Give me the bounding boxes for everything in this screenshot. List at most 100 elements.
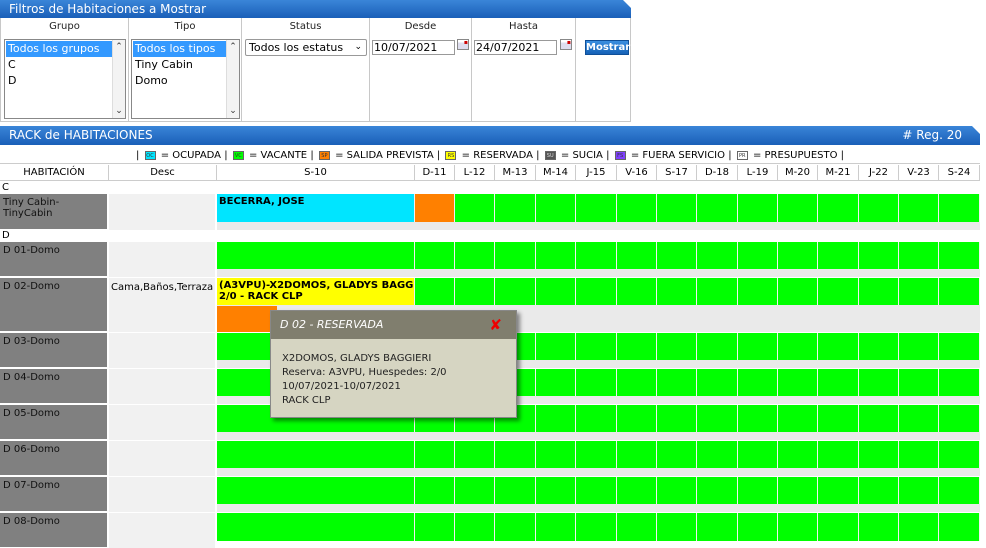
day-cell-vacante[interactable] (657, 242, 697, 269)
day-cell-vacante[interactable] (697, 513, 738, 541)
day-cell-vacante[interactable] (217, 441, 415, 468)
day-cell-vacante[interactable] (657, 441, 697, 468)
day-cell-vacante[interactable] (617, 441, 657, 468)
day-cell-vacante[interactable] (738, 242, 778, 269)
day-cell-vacante[interactable] (617, 278, 657, 305)
day-cell-vacante[interactable] (217, 513, 415, 541)
day-cell-vacante[interactable] (939, 278, 980, 305)
day-cell-vacante[interactable] (818, 513, 859, 541)
hasta-input[interactable]: 24/07/2021 (474, 40, 557, 55)
day-cell-vacante[interactable] (778, 333, 818, 360)
day-cell-vacante[interactable] (657, 405, 697, 432)
day-cell-vacante[interactable] (697, 477, 738, 504)
day-cell-vacante[interactable] (455, 242, 495, 269)
day-cell-vacante[interactable] (899, 369, 939, 396)
grupo-listbox[interactable]: Todos los grupos C D ⌃ ⌄ (4, 39, 126, 119)
booking-bar-reservada[interactable]: (A3VPU)-X2DOMOS, GLADYS BAGGIERI 2/0 - R… (217, 278, 414, 305)
day-cell-vacante[interactable] (415, 242, 455, 269)
day-cell-vacante[interactable] (738, 278, 778, 305)
day-cell-vacante[interactable] (778, 513, 818, 541)
day-cell-vacante[interactable] (576, 333, 617, 360)
day-cell-vacante[interactable] (939, 194, 980, 222)
day-cell-vacante[interactable] (939, 333, 980, 360)
day-cell-vacante[interactable] (495, 441, 536, 468)
day-cell-vacante[interactable] (939, 405, 980, 432)
day-cell-vacante[interactable] (617, 333, 657, 360)
day-cell-vacante[interactable] (657, 477, 697, 504)
day-cell-vacante[interactable] (818, 194, 859, 222)
grupo-option-all[interactable]: Todos los grupos (6, 41, 113, 57)
day-cell-vacante[interactable] (576, 513, 617, 541)
day-cell-vacante[interactable] (738, 513, 778, 541)
day-cell-vacante[interactable] (818, 405, 859, 432)
day-cell-vacante[interactable] (738, 333, 778, 360)
close-icon[interactable]: ✘ (489, 311, 502, 339)
day-cell-vacante[interactable] (818, 369, 859, 396)
day-cell-vacante[interactable] (617, 194, 657, 222)
day-cell-vacante[interactable] (495, 477, 536, 504)
day-cell-vacante[interactable] (495, 513, 536, 541)
day-cell-vacante[interactable] (657, 369, 697, 396)
day-cell-vacante[interactable] (859, 242, 899, 269)
day-cell-vacante[interactable] (617, 405, 657, 432)
day-cell-vacante[interactable] (778, 194, 818, 222)
tipo-scrollbar[interactable]: ⌃ ⌄ (226, 40, 239, 118)
day-cell-vacante[interactable] (738, 369, 778, 396)
day-cell-vacante[interactable] (899, 513, 939, 541)
day-cell-vacante[interactable] (939, 513, 980, 541)
day-cell-vacante[interactable] (415, 513, 455, 541)
day-cell-vacante[interactable] (939, 477, 980, 504)
tipo-option-all[interactable]: Todos los tipos (133, 41, 227, 57)
day-cell-vacante[interactable] (657, 513, 697, 541)
day-cell-vacante[interactable] (657, 194, 697, 222)
day-cell-vacante[interactable] (576, 441, 617, 468)
day-cell-vacante[interactable] (536, 278, 576, 305)
booking-bar-ocupada[interactable]: BECERRA, JOSE (217, 194, 414, 222)
day-cell-vacante[interactable] (899, 477, 939, 504)
day-cell-vacante[interactable] (939, 369, 980, 396)
day-cell-vacante[interactable] (818, 242, 859, 269)
day-cell-vacante[interactable] (217, 477, 415, 504)
booking-bar-salida[interactable] (415, 194, 454, 222)
day-cell-vacante[interactable] (778, 278, 818, 305)
day-cell-vacante[interactable] (899, 278, 939, 305)
day-cell-vacante[interactable] (697, 242, 738, 269)
day-cell-vacante[interactable] (818, 441, 859, 468)
day-cell-vacante[interactable] (455, 477, 495, 504)
chevron-down-icon[interactable]: ⌄ (227, 105, 239, 117)
day-cell-vacante[interactable] (859, 333, 899, 360)
day-cell-vacante[interactable] (859, 369, 899, 396)
calendar-icon[interactable]: ▪ (457, 39, 469, 50)
booking-bar-salida-d02[interactable] (217, 306, 277, 332)
chevron-up-icon[interactable]: ⌃ (113, 41, 125, 53)
day-cell-vacante[interactable] (495, 242, 536, 269)
day-cell-vacante[interactable] (495, 194, 536, 222)
day-cell-vacante[interactable] (818, 477, 859, 504)
day-cell-vacante[interactable] (617, 242, 657, 269)
day-cell-vacante[interactable] (778, 477, 818, 504)
day-cell-vacante[interactable] (576, 477, 617, 504)
day-cell-vacante[interactable] (617, 369, 657, 396)
day-cell-vacante[interactable] (576, 405, 617, 432)
day-cell-vacante[interactable] (536, 194, 576, 222)
day-cell-vacante[interactable] (778, 441, 818, 468)
day-cell-vacante[interactable] (455, 513, 495, 541)
day-cell-vacante[interactable] (778, 405, 818, 432)
day-cell-vacante[interactable] (617, 477, 657, 504)
day-cell-vacante[interactable] (697, 369, 738, 396)
day-cell-vacante[interactable] (939, 242, 980, 269)
chevron-up-icon[interactable]: ⌃ (227, 41, 239, 53)
day-cell-vacante[interactable] (697, 333, 738, 360)
day-cell-vacante[interactable] (536, 369, 576, 396)
day-cell-vacante[interactable] (738, 405, 778, 432)
tipo-option-tiny-cabin[interactable]: Tiny Cabin (132, 57, 239, 73)
day-cell-vacante[interactable] (738, 441, 778, 468)
day-cell-vacante[interactable] (899, 333, 939, 360)
day-cell-vacante[interactable] (217, 242, 415, 269)
day-cell-vacante[interactable] (859, 405, 899, 432)
chevron-down-icon[interactable]: ⌄ (113, 105, 125, 117)
day-cell-vacante[interactable] (536, 513, 576, 541)
day-cell-vacante[interactable] (576, 278, 617, 305)
day-cell-vacante[interactable] (859, 194, 899, 222)
day-cell-vacante[interactable] (697, 405, 738, 432)
